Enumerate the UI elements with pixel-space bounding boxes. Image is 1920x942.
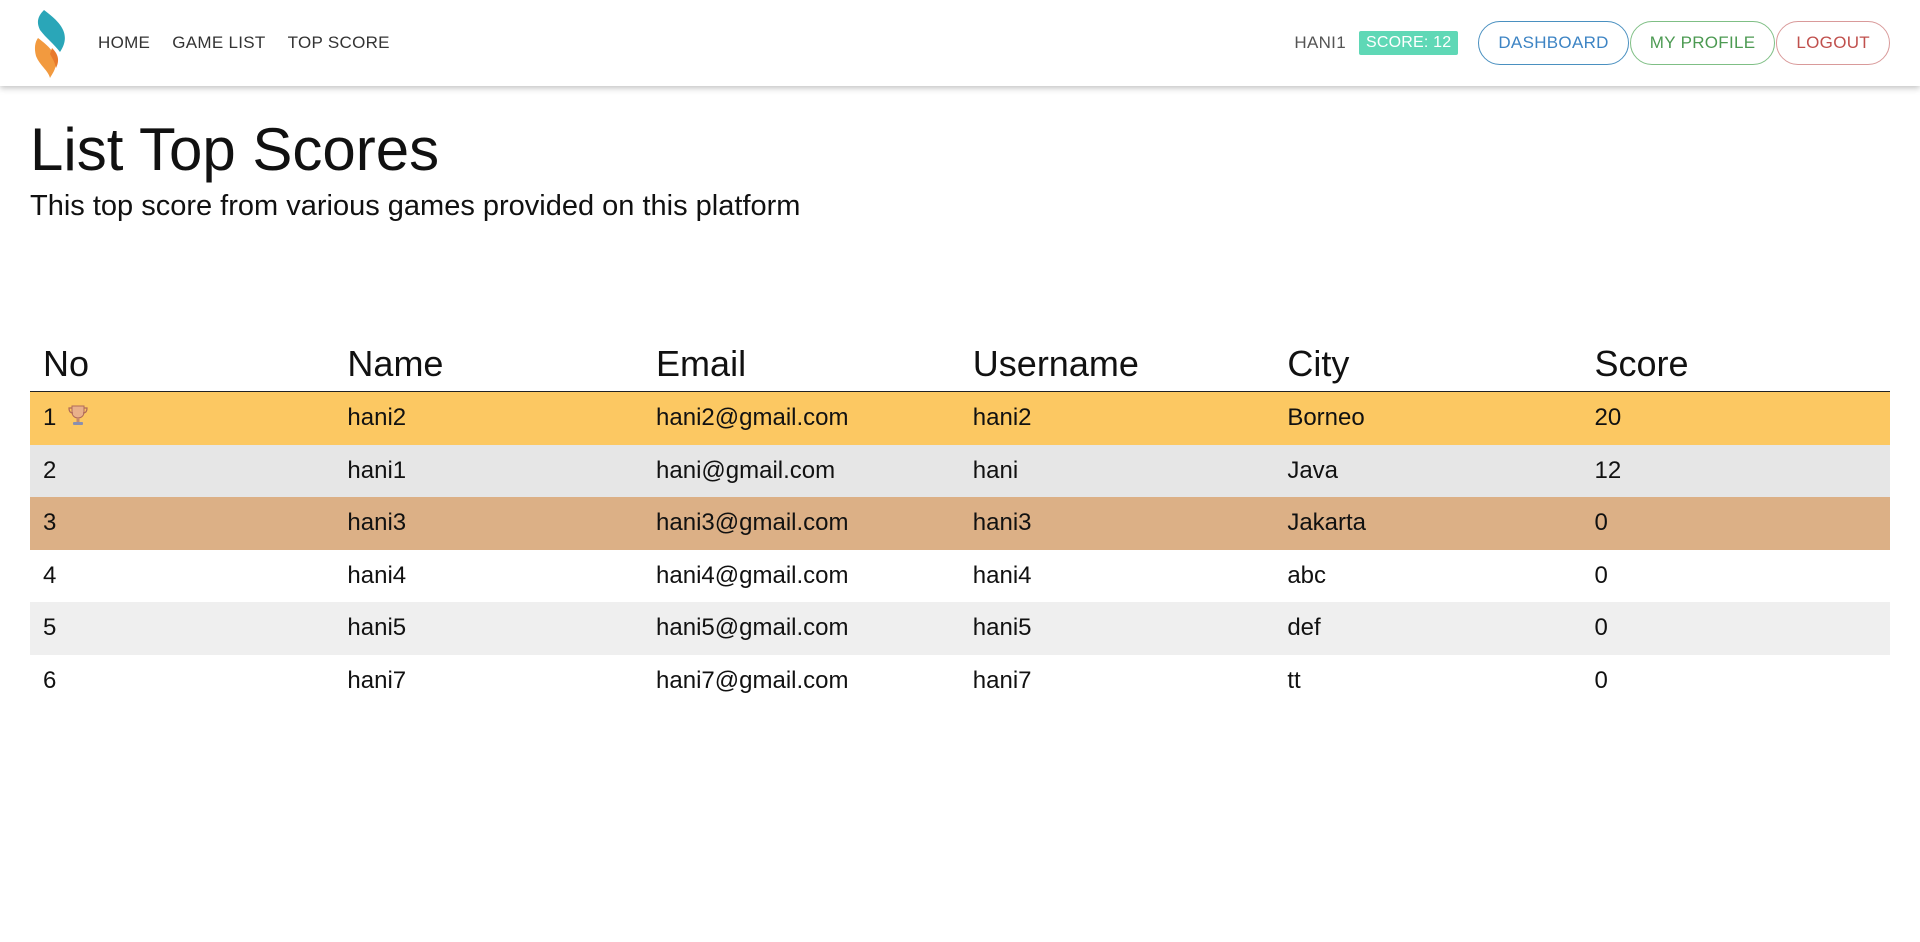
current-username: HANI1: [1294, 33, 1346, 52]
header-username: Username: [959, 341, 1275, 392]
cell-city: tt: [1287, 666, 1301, 694]
navbar: HOME GAME LIST TOP SCORE HANI1 SCORE: 12…: [0, 0, 1920, 86]
cell-name: hani3: [347, 509, 407, 537]
cell-no: 1: [30, 392, 334, 445]
score-badge: SCORE: 12: [1358, 31, 1459, 55]
cell-city: abc: [1287, 561, 1327, 589]
cell-name: hani2: [347, 404, 407, 432]
header-score: Score: [1581, 341, 1890, 392]
cell-email: hani5@gmail.com: [656, 614, 849, 642]
cell-email: hani@gmail.com: [656, 456, 836, 484]
brand-logo[interactable]: [30, 8, 70, 78]
cell-username: hani: [972, 456, 1019, 484]
header-email: Email: [643, 341, 960, 392]
cell-score: 0: [1594, 614, 1608, 642]
cell-name: hani1: [347, 456, 407, 484]
my-profile-button[interactable]: MY PROFILE: [1629, 21, 1776, 65]
nav-top-score-link[interactable]: TOP SCORE: [288, 33, 390, 53]
cell-no: 6: [43, 666, 57, 694]
table-row: 6 hani7 hani7@gmail.com hani7 tt 0: [30, 654, 1890, 707]
cell-score: 20: [1594, 404, 1622, 432]
header-name: Name: [334, 341, 644, 392]
cell-city: Borneo: [1287, 404, 1365, 432]
cell-city: Java: [1287, 456, 1339, 484]
dashboard-button[interactable]: DASHBOARD: [1478, 21, 1629, 65]
cell-city: Jakarta: [1287, 509, 1367, 537]
nav-game-list-link[interactable]: GAME LIST: [172, 33, 265, 53]
table-row: 1 hani2 hani2@gmail.com hani2 Borneo 20: [30, 391, 1890, 445]
cell-username: hani4: [972, 561, 1032, 589]
cell-name: hani5: [347, 614, 407, 642]
header-city: City: [1274, 341, 1582, 392]
cell-no: 5: [43, 614, 57, 642]
header-no: No: [30, 341, 335, 392]
cell-username: hani3: [972, 509, 1032, 537]
table-row: 3 hani3 hani3@gmail.com hani3 Jakarta 0: [30, 497, 1890, 550]
table-row: 5 hani5 hani5@gmail.com hani5 def 0: [30, 602, 1890, 655]
cell-name: hani4: [347, 561, 407, 589]
cell-no: 3: [43, 509, 57, 537]
page-title: List Top Scores: [30, 116, 440, 183]
flame-logo-icon: [34, 10, 65, 78]
rank-number: 1: [43, 403, 57, 431]
cell-username: hani5: [972, 614, 1032, 642]
table-row: 4 hani4 hani4@gmail.com hani4 abc 0: [30, 549, 1890, 602]
page-subtitle: This top score from various games provid…: [30, 190, 801, 222]
cell-username: hani2: [972, 404, 1032, 432]
cell-score: 12: [1594, 456, 1622, 484]
nav-home-link[interactable]: HOME: [98, 33, 150, 53]
table-header-row: No Name Email Username City Score: [30, 341, 1890, 392]
cell-no: 4: [43, 561, 57, 589]
cell-score: 0: [1594, 509, 1608, 537]
cell-city: def: [1287, 614, 1321, 642]
cell-no: 2: [43, 456, 57, 484]
logout-button[interactable]: LOGOUT: [1776, 21, 1890, 65]
cell-email: hani3@gmail.com: [656, 509, 849, 537]
cell-score: 0: [1594, 561, 1608, 589]
cell-email: hani2@gmail.com: [656, 404, 849, 432]
nav-links: HOME GAME LIST TOP SCORE: [98, 33, 390, 53]
main-content: List Top Scores This top score from vari…: [0, 120, 1920, 707]
cell-name: hani7: [347, 666, 407, 694]
cell-username: hani7: [972, 666, 1032, 694]
cell-score: 0: [1594, 666, 1608, 694]
table-row: 2 hani1 hani@gmail.com hani Java 12: [30, 444, 1890, 497]
nav-user-area: HANI1 SCORE: 12 DASHBOARD MY PROFILE LOG…: [1294, 21, 1890, 65]
cell-email: hani4@gmail.com: [656, 561, 849, 589]
cell-email: hani7@gmail.com: [656, 666, 849, 694]
top-scores-table: No Name Email Username City Score 1 hani…: [30, 341, 1890, 707]
trophy-icon: [66, 403, 90, 434]
